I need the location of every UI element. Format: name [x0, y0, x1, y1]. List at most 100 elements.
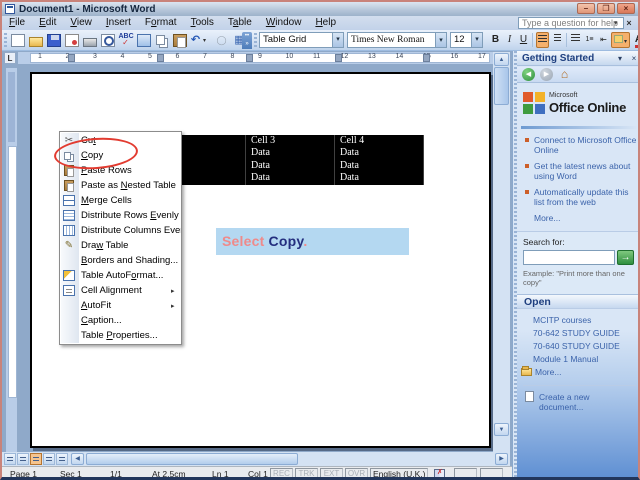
print-layout-view-button[interactable] [30, 453, 42, 465]
decrease-indent-button[interactable]: ⇤ [597, 32, 610, 48]
menu-help[interactable]: Help [308, 16, 343, 30]
context-menu-item-table-properties[interactable]: Table Properties... [60, 328, 181, 343]
language-indicator[interactable]: English (U.K.) [370, 468, 428, 479]
status-indicator-ext[interactable]: EXT [320, 468, 343, 479]
web-layout-view-button[interactable] [17, 453, 29, 465]
menu-tools[interactable]: Tools [184, 16, 221, 30]
task-pane-close-icon[interactable]: × [628, 53, 640, 64]
table-data-cell[interactable]: Data [246, 147, 335, 159]
search-go-icon[interactable]: → [617, 250, 634, 265]
table-column-marker[interactable] [423, 54, 430, 62]
menu-format[interactable]: Format [138, 16, 184, 30]
numbering-button[interactable]: 1≡ [583, 32, 596, 48]
close-window-icon[interactable]: × [617, 3, 635, 14]
home-icon[interactable]: ⌂ [558, 68, 571, 81]
table-data-cell[interactable]: Data [335, 172, 424, 184]
table-header-cell[interactable]: Cell 4 [335, 135, 424, 147]
horizontal-ruler[interactable]: 1234567891011121314151617 [18, 52, 510, 64]
menu-table[interactable]: Table [221, 16, 259, 30]
table-data-cell[interactable]: Data [246, 160, 335, 172]
italic-button[interactable]: I [503, 32, 516, 48]
instruction-text[interactable]: Select Copy. [216, 228, 409, 255]
align-left-button[interactable] [536, 32, 549, 48]
style-combo[interactable]: Table Grid ▾ [259, 32, 344, 48]
office-online-link[interactable]: Get the latest news about using Word [523, 161, 638, 181]
font-size-combo[interactable]: 12 ▾ [450, 32, 483, 48]
forward-icon[interactable]: ▶ [540, 68, 553, 81]
horizontal-scroll-thumb[interactable] [86, 453, 298, 465]
table-column-marker[interactable] [68, 54, 75, 62]
status-indicator-rec[interactable]: REC [270, 468, 293, 479]
context-menu-item-caption[interactable]: Caption... [60, 313, 181, 328]
font-combo[interactable]: Times New Roman ▾ [347, 32, 447, 48]
menu-window[interactable]: Window [259, 16, 309, 30]
create-new-document-link[interactable]: Create a new document... [523, 385, 636, 412]
reading-view-button[interactable] [56, 453, 68, 465]
print-preview-button[interactable] [99, 32, 116, 49]
standard-toolbar-grip[interactable] [4, 33, 7, 48]
underline-button[interactable]: U [517, 32, 530, 48]
line-spacing-button[interactable] [569, 32, 582, 48]
question-box-input[interactable]: Type a question for help [518, 17, 624, 29]
copy-button[interactable] [153, 32, 170, 49]
spelling-button[interactable] [117, 32, 134, 49]
table-header-cell[interactable]: Cell 3 [246, 135, 335, 147]
context-menu-item-autofit[interactable]: AutoFit▸ [60, 298, 181, 313]
undo-dropdown-icon[interactable]: ▾ [203, 37, 206, 44]
tab-selector[interactable]: L [4, 52, 16, 64]
menu-edit[interactable]: Edit [32, 16, 63, 30]
recent-document-link[interactable]: Module 1 Manual [533, 353, 638, 366]
context-menu-item-borders-and-shading[interactable]: Borders and Shading... [60, 253, 181, 268]
status-indicator-trk[interactable]: TRK [295, 468, 318, 479]
selected-table[interactable]: Cell 3Cell 4DataDataDataDataDataData [167, 135, 424, 185]
normal-view-button[interactable] [4, 453, 16, 465]
print-button[interactable] [81, 32, 98, 49]
bold-button[interactable]: B [489, 32, 502, 48]
vertical-ruler[interactable] [6, 68, 17, 452]
context-menu-item-table-autoformat[interactable]: Table AutoFormat... [60, 268, 181, 283]
context-menu-item-paste-as-nested-table[interactable]: Paste as Nested Table [60, 178, 181, 193]
minimize-window-icon[interactable]: – [577, 3, 595, 14]
recent-document-link[interactable]: MCITP courses [533, 314, 638, 327]
office-online-link[interactable]: Connect to Microsoft Office Online [523, 135, 638, 155]
undo-button[interactable]: ▾ [189, 32, 206, 49]
hyperlink-button[interactable] [213, 32, 230, 49]
new-document-button[interactable] [9, 32, 26, 49]
back-icon[interactable]: ◀ [522, 68, 535, 81]
recent-document-link[interactable]: 70-640 STUDY GUIDE [533, 340, 638, 353]
context-menu-item-distribute-columns-evenly[interactable]: Distribute Columns Evenly [60, 223, 181, 238]
context-menu-item-cell-alignment[interactable]: Cell Alignment▸ [60, 283, 181, 298]
outline-view-button[interactable] [43, 453, 55, 465]
scroll-down-icon[interactable]: ▼ [494, 423, 509, 436]
open-button[interactable] [27, 32, 44, 49]
menu-insert[interactable]: Insert [99, 16, 138, 30]
menu-view[interactable]: View [63, 16, 99, 30]
task-pane-dropdown-icon[interactable]: ▾ [614, 53, 626, 64]
search-input[interactable] [523, 250, 615, 265]
open-more-link[interactable]: More... [521, 366, 638, 379]
font-color-button[interactable]: A▾ [632, 32, 640, 48]
table-column-marker[interactable] [157, 54, 164, 62]
standard-toolbar-options-button[interactable]: ••» [242, 32, 252, 49]
recent-document-link[interactable]: 70-642 STUDY GUIDE [533, 327, 638, 340]
email-button[interactable] [63, 32, 80, 49]
table-data-cell[interactable]: Data [335, 160, 424, 172]
save-button[interactable] [45, 32, 62, 49]
context-menu-item-draw-table[interactable]: Draw Table [60, 238, 181, 253]
status-indicator-ovr[interactable]: OVR [345, 468, 368, 479]
vertical-scroll-thumb[interactable] [494, 67, 509, 105]
context-menu-item-distribute-rows-evenly[interactable]: Distribute Rows Evenly [60, 208, 181, 223]
font-combo-dropdown-icon[interactable]: ▾ [435, 33, 446, 47]
align-center-button[interactable] [551, 32, 564, 48]
scroll-left-icon[interactable]: ◀ [71, 453, 84, 465]
table-column-marker[interactable] [335, 54, 342, 62]
table-data-cell[interactable]: Data [335, 147, 424, 159]
spelling-status-icon[interactable] [434, 469, 445, 478]
highlight-button[interactable]: ▾ [611, 32, 630, 48]
menu-file[interactable]: File [2, 16, 32, 30]
question-box-dropdown-icon[interactable]: ▾ [614, 19, 618, 27]
formatting-toolbar-grip[interactable] [254, 33, 257, 48]
office-online-link[interactable]: Automatically update this list from the … [523, 187, 638, 207]
paste-button[interactable] [171, 32, 188, 49]
table-column-marker[interactable] [246, 54, 253, 62]
